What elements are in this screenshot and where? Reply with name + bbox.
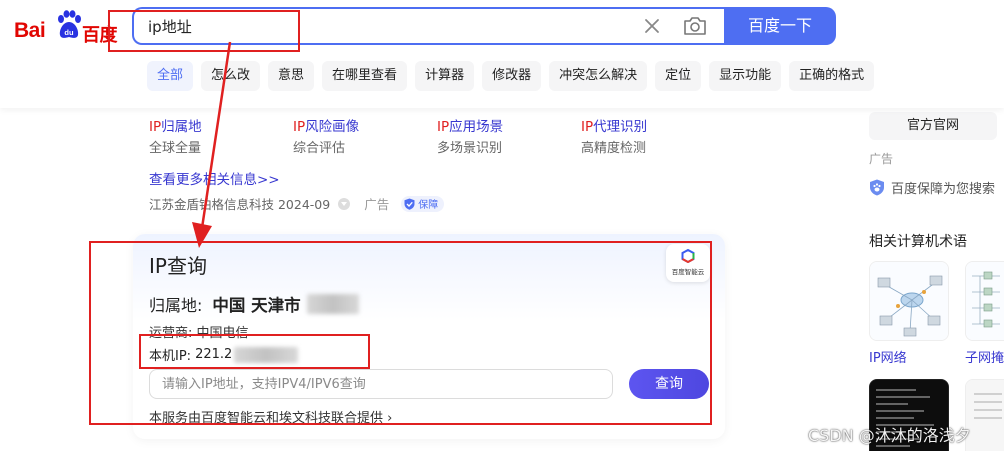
paw-icon: du (58, 10, 81, 38)
tab-3[interactable]: 在哪里查看 (322, 61, 408, 91)
search-tabs: 全部 怎么改 意思 在哪里查看 计算器 修改器 冲突怎么解决 定位 显示功能 正确的格式 (147, 61, 875, 91)
tab-8[interactable]: 显示功能 (709, 61, 782, 91)
tab-2[interactable]: 意思 (268, 61, 315, 91)
guarantee-line[interactable]: 百度保障为您搜索 (869, 178, 995, 197)
ad-item-title[interactable]: IP风险画像 (293, 118, 433, 136)
tab-5[interactable]: 修改器 (482, 61, 542, 91)
tab-4[interactable]: 计算器 (415, 61, 475, 91)
tab-6[interactable]: 冲突怎么解决 (549, 61, 648, 91)
ad-item-title[interactable]: IP应用场景 (437, 118, 577, 136)
ad-item-subtitle: 高精度检测 (581, 141, 647, 156)
ad-label: 广告 (364, 197, 390, 212)
logo-text-bai: Bai (14, 19, 46, 42)
network-diagram-icon (870, 262, 948, 340)
ad-item-subtitle: 多场景识别 (437, 141, 503, 156)
annotation-box-search (108, 10, 300, 52)
document-icon (966, 380, 1004, 451)
sidebar-ad-label: 广告 (869, 152, 894, 166)
shield-icon (870, 179, 884, 196)
related-term-thumbnail[interactable] (869, 261, 949, 341)
csdn-watermark: CSDN @沐沐的洛浅夕 (808, 426, 971, 445)
related-terms-title: 相关计算机术语 (869, 234, 967, 250)
chevron-down-icon[interactable] (338, 197, 351, 210)
search-button[interactable]: 百度一下 (724, 7, 836, 45)
tab-7[interactable]: 定位 (655, 61, 702, 91)
guarantee-badge-label: 保障 (418, 200, 439, 211)
guarantee-text: 百度保障为您搜索 (891, 182, 996, 197)
ad-item[interactable]: IP应用场景 多场景识别 (437, 118, 577, 158)
camera-icon[interactable] (683, 15, 707, 37)
tab-9[interactable]: 正确的格式 (789, 61, 875, 91)
ad-item-subtitle: 综合评估 (293, 141, 346, 156)
related-term-label[interactable]: IP网络 (869, 347, 907, 366)
related-term-thumbnail[interactable] (965, 261, 1004, 341)
annotation-box-card (89, 241, 712, 425)
official-site-button[interactable]: 官方官网 (869, 112, 997, 140)
ad-item-title[interactable]: IP代理识别 (581, 118, 721, 136)
baidu-logo[interactable]: Bai du 百度 (14, 10, 118, 46)
guarantee-badge[interactable]: 保障 (401, 195, 445, 212)
subnet-diagram-icon (966, 262, 1004, 340)
ad-item[interactable]: IP风险画像 综合评估 (293, 118, 433, 158)
clear-icon[interactable] (642, 16, 662, 36)
annotation-arrow (192, 41, 232, 248)
ad-item[interactable]: IP代理识别 高精度检测 (581, 118, 721, 158)
shield-icon (404, 198, 415, 210)
svg-text:du: du (64, 28, 74, 37)
annotation-box-my-ip (139, 334, 370, 369)
related-term-label[interactable]: 子网掩 (965, 347, 1004, 366)
